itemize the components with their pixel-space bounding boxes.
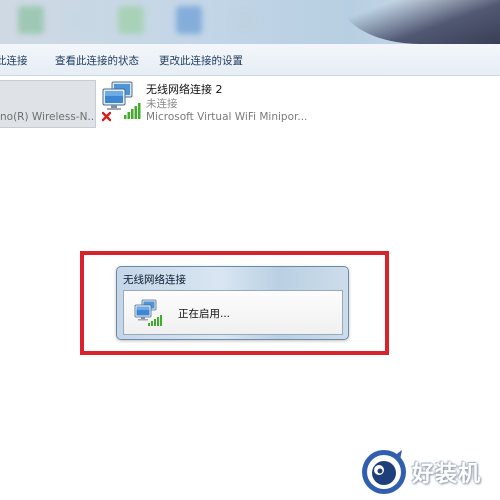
background-window-strip (0, 0, 500, 44)
blurred-icon (176, 6, 202, 34)
connection-status: 未连接 (146, 98, 178, 110)
signal-bars-icon (124, 103, 141, 119)
enabling-dialog: 无线网络连接 正在启用... (116, 266, 349, 340)
dialog-message: 正在启用... (178, 308, 231, 320)
red-x-icon (101, 111, 112, 122)
connection-adapter-partial: no(R) Wireless-N... (0, 111, 94, 123)
toolbar-view-status[interactable]: 查看此连接的状态 (55, 53, 139, 68)
dialog-body: 正在启用... (123, 290, 343, 335)
dialog-title: 无线网络连接 (123, 274, 186, 286)
toolbar-disable-connection[interactable]: 此连接 (0, 53, 28, 68)
connection-adapter: Microsoft Virtual WiFi Minipor... (146, 111, 308, 123)
watermark-text: 好装机 (412, 462, 482, 487)
monitor-network-icon (101, 81, 141, 122)
blurred-icon (66, 6, 92, 34)
wireless-connection-2-item[interactable] (100, 80, 142, 124)
blurred-icon (118, 6, 144, 34)
command-toolbar: 此连接 查看此连接的状态 更改此连接的设置 (0, 44, 500, 76)
blurred-icon (18, 6, 44, 34)
blurred-icon (232, 6, 258, 34)
background-window-shape (340, 0, 500, 44)
monitor-network-icon (134, 299, 162, 326)
connection-name: 无线网络连接 2 (146, 83, 223, 96)
watermark-logo-icon (358, 446, 410, 498)
toolbar-change-settings[interactable]: 更改此连接的设置 (159, 53, 243, 68)
dialog-network-icon-wrap (133, 299, 163, 327)
